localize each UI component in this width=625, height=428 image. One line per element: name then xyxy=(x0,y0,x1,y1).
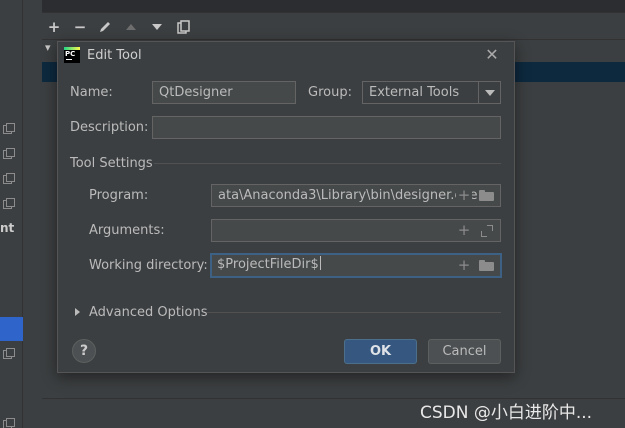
group-value: External Tools xyxy=(369,85,460,100)
copy-icon[interactable] xyxy=(3,123,15,134)
arrow-up-icon[interactable] xyxy=(123,20,139,34)
copy-icon[interactable] xyxy=(175,20,191,34)
chevron-down-icon[interactable] xyxy=(478,82,500,103)
left-tool-strip: nt xyxy=(0,0,23,428)
description-input[interactable] xyxy=(152,116,501,139)
cancel-button[interactable]: Cancel xyxy=(428,339,501,364)
insert-macro-icon[interactable]: + xyxy=(456,255,472,276)
background-panel xyxy=(23,0,42,428)
help-button[interactable]: ? xyxy=(72,339,96,363)
program-label: Program: xyxy=(89,188,149,203)
ok-button[interactable]: OK xyxy=(344,339,417,364)
edit-tool-dialog: PC Edit Tool ✕ Name: QtDesigner Group: E… xyxy=(57,41,515,373)
folder-icon[interactable] xyxy=(479,260,494,271)
dialog-title: Edit Tool xyxy=(87,48,142,63)
program-input[interactable]: ata\Anaconda3\Library\bin\designer.exe + xyxy=(211,184,501,207)
copy-icon[interactable] xyxy=(3,348,15,359)
working-directory-input[interactable]: $ProjectFileDir$ + xyxy=(210,253,502,278)
name-input[interactable]: QtDesigner xyxy=(152,81,296,104)
copy-icon[interactable] xyxy=(3,418,15,428)
program-value: ata\Anaconda3\Library\bin\designer.exe xyxy=(218,188,478,203)
minus-icon[interactable]: − xyxy=(72,19,88,34)
sidebar-selected-item[interactable] xyxy=(0,317,23,341)
section-divider xyxy=(154,163,501,164)
insert-macro-icon[interactable]: + xyxy=(456,220,472,241)
copy-icon[interactable] xyxy=(3,173,15,184)
close-icon[interactable]: ✕ xyxy=(483,45,501,65)
arrow-down-icon[interactable] xyxy=(149,20,165,34)
insert-macro-icon[interactable]: + xyxy=(456,185,472,206)
pencil-icon[interactable] xyxy=(97,20,113,34)
sidebar-text-fragment: nt xyxy=(0,221,15,235)
working-directory-label: Working directory: xyxy=(89,258,208,273)
watermark: CSDN @小白进阶中... xyxy=(420,403,593,423)
group-label: Group: xyxy=(308,85,352,100)
pycharm-icon: PC xyxy=(64,47,80,63)
section-divider xyxy=(207,312,501,313)
folder-icon[interactable] xyxy=(479,190,494,201)
tool-settings-heading: Tool Settings xyxy=(70,156,153,171)
chevron-right-icon[interactable] xyxy=(75,308,80,316)
group-select[interactable]: External Tools xyxy=(362,81,501,104)
name-label: Name: xyxy=(70,85,113,100)
arguments-input[interactable]: + xyxy=(211,219,501,242)
name-value: QtDesigner xyxy=(159,85,233,100)
copy-icon[interactable] xyxy=(3,198,15,209)
expand-icon[interactable] xyxy=(481,225,493,237)
copy-icon[interactable] xyxy=(3,148,15,159)
description-label: Description: xyxy=(70,120,149,135)
background-toolbar: + − xyxy=(42,12,625,40)
working-directory-value: $ProjectFileDir$ xyxy=(217,256,321,272)
advanced-options-toggle[interactable]: Advanced Options xyxy=(89,305,208,320)
dialog-titlebar[interactable]: PC Edit Tool ✕ xyxy=(58,42,514,70)
plus-icon[interactable]: + xyxy=(46,19,62,34)
chevron-down-icon[interactable]: ▾ xyxy=(45,41,51,54)
arguments-label: Arguments: xyxy=(89,223,165,238)
